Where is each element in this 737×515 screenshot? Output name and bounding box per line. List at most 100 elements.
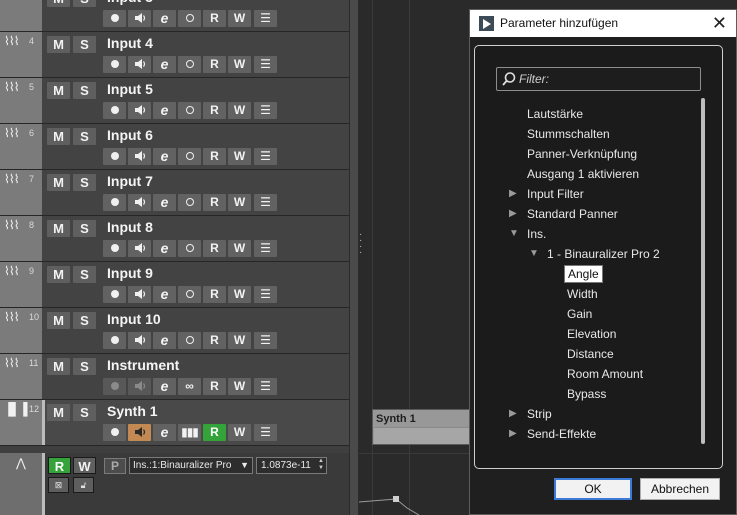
record-enable-button[interactable]: [103, 332, 126, 349]
track-menu-button[interactable]: ☰: [254, 424, 277, 441]
mute-button[interactable]: M: [47, 174, 70, 191]
lane-button[interactable]: [178, 56, 201, 73]
tree-item[interactable]: ▶ Strip: [509, 406, 552, 422]
track-menu-button[interactable]: ☰: [254, 148, 277, 165]
mute-button[interactable]: M: [47, 312, 70, 329]
write-automation-button[interactable]: W: [228, 332, 251, 349]
record-enable-button[interactable]: [103, 56, 126, 73]
track-name[interactable]: Input 3: [107, 0, 153, 5]
track-row[interactable]: ⌇⌇⌇ 8 M S Input 8 e R W ☰: [0, 216, 349, 262]
lane-button[interactable]: [178, 10, 201, 27]
link-button[interactable]: ∞: [178, 378, 201, 395]
tree-item[interactable]: Stummschalten: [527, 126, 610, 142]
monitor-button[interactable]: [128, 10, 151, 27]
read-automation-button[interactable]: R: [203, 378, 226, 395]
solo-button[interactable]: S: [73, 0, 96, 7]
solo-button[interactable]: S: [73, 312, 96, 329]
resize-handle-icon[interactable]: · · · ·: [359, 230, 363, 258]
tree-item[interactable]: Width: [567, 286, 598, 302]
track-menu-button[interactable]: ☰: [254, 240, 277, 257]
automation-write-button[interactable]: W: [73, 457, 96, 474]
midi-event[interactable]: Synth 1: [372, 409, 472, 445]
monitor-button[interactable]: [128, 424, 151, 441]
track-name[interactable]: Input 8: [107, 219, 153, 235]
scrollbar-thumb[interactable]: [350, 0, 358, 515]
tree-item[interactable]: Bypass: [567, 386, 606, 402]
edit-channel-button[interactable]: e: [153, 148, 176, 165]
track-row[interactable]: ⌇⌇⌇ 11 M S Instrument e ∞ R W ☰: [0, 354, 349, 400]
track-menu-button[interactable]: ☰: [254, 56, 277, 73]
monitor-button[interactable]: [128, 378, 151, 395]
track-name[interactable]: Input 9: [107, 265, 153, 281]
spinner-arrows-icon[interactable]: ▲ ▼: [318, 458, 324, 472]
track-menu-button[interactable]: ☰: [254, 102, 277, 119]
edit-channel-button[interactable]: e: [153, 286, 176, 303]
edit-channel-button[interactable]: e: [153, 378, 176, 395]
track-row[interactable]: ▐▌▐ 12 M S Synth 1 e ▮▮▮ R W ☰: [0, 400, 349, 446]
edit-channel-button[interactable]: e: [153, 56, 176, 73]
record-enable-button[interactable]: [103, 102, 126, 119]
collapsed-triangle-icon[interactable]: ▶: [509, 186, 517, 202]
mute-button[interactable]: M: [47, 0, 70, 7]
automation-read-button[interactable]: R: [48, 457, 71, 474]
record-enable-button[interactable]: [103, 378, 126, 395]
collapsed-triangle-icon[interactable]: ▶: [509, 426, 517, 442]
write-automation-button[interactable]: W: [228, 10, 251, 27]
tree-item[interactable]: ▶ Input Filter: [509, 186, 584, 202]
expanded-triangle-icon[interactable]: ▼: [529, 246, 539, 262]
solo-button[interactable]: S: [73, 358, 96, 375]
write-automation-button[interactable]: W: [228, 148, 251, 165]
edit-channel-button[interactable]: e: [153, 194, 176, 211]
track-name[interactable]: Synth 1: [107, 403, 158, 419]
solo-button[interactable]: S: [73, 128, 96, 145]
read-automation-button[interactable]: R: [203, 56, 226, 73]
mute-button[interactable]: M: [47, 358, 70, 375]
record-enable-button[interactable]: [103, 424, 126, 441]
record-enable-button[interactable]: [103, 240, 126, 257]
collapsed-triangle-icon[interactable]: ▶: [509, 406, 517, 422]
tree-item[interactable]: Angle: [564, 265, 603, 283]
automation-point[interactable]: [393, 496, 399, 502]
tree-item[interactable]: Distance: [567, 346, 614, 362]
read-automation-button[interactable]: R: [203, 240, 226, 257]
tree-item[interactable]: Elevation: [567, 326, 616, 342]
read-automation-button[interactable]: R: [203, 332, 226, 349]
tree-item[interactable]: ▶ Standard Panner: [509, 206, 618, 222]
tree-item[interactable]: ▼ Ins.: [509, 226, 546, 242]
track-name[interactable]: Input 10: [107, 311, 161, 327]
read-automation-button[interactable]: R: [203, 424, 226, 441]
keyboard-button[interactable]: ▮▮▮: [178, 424, 201, 441]
tree-item[interactable]: ▼ 1 - Binauralizer Pro 2: [529, 246, 660, 262]
edit-channel-button[interactable]: e: [153, 10, 176, 27]
read-automation-button[interactable]: R: [203, 102, 226, 119]
tree-item[interactable]: Gain: [567, 306, 592, 322]
edit-channel-button[interactable]: e: [153, 102, 176, 119]
collapsed-triangle-icon[interactable]: ▶: [509, 206, 517, 222]
close-icon[interactable]: ✕: [712, 13, 727, 33]
tree-scrollbar[interactable]: [701, 98, 705, 444]
solo-button[interactable]: S: [73, 174, 96, 191]
track-name[interactable]: Input 6: [107, 127, 153, 143]
lane-button[interactable]: [178, 286, 201, 303]
lane-button[interactable]: [178, 194, 201, 211]
read-automation-button[interactable]: R: [203, 194, 226, 211]
monitor-button[interactable]: [128, 194, 151, 211]
dialog-titlebar[interactable]: Parameter hinzufügen ✕: [470, 10, 736, 37]
tree-item[interactable]: Ausgang 1 aktivieren: [527, 166, 639, 182]
tree-item[interactable]: Panner-Verknüpfung: [527, 146, 637, 162]
write-automation-button[interactable]: W: [228, 378, 251, 395]
mute-button[interactable]: M: [47, 404, 70, 421]
ok-button[interactable]: OK: [554, 478, 632, 500]
track-name[interactable]: Input 7: [107, 173, 153, 189]
solo-button[interactable]: S: [73, 266, 96, 283]
solo-button[interactable]: S: [73, 82, 96, 99]
track-list-scrollbar[interactable]: [349, 0, 359, 515]
read-automation-button[interactable]: R: [203, 286, 226, 303]
solo-button[interactable]: S: [73, 404, 96, 421]
write-automation-button[interactable]: W: [228, 102, 251, 119]
track-menu-button[interactable]: ☰: [254, 10, 277, 27]
track-menu-button[interactable]: ☰: [254, 286, 277, 303]
track-name[interactable]: Instrument: [107, 357, 179, 373]
track-row[interactable]: ⌇⌇⌇ 10 M S Input 10 e R W ☰: [0, 308, 349, 354]
monitor-button[interactable]: [128, 286, 151, 303]
